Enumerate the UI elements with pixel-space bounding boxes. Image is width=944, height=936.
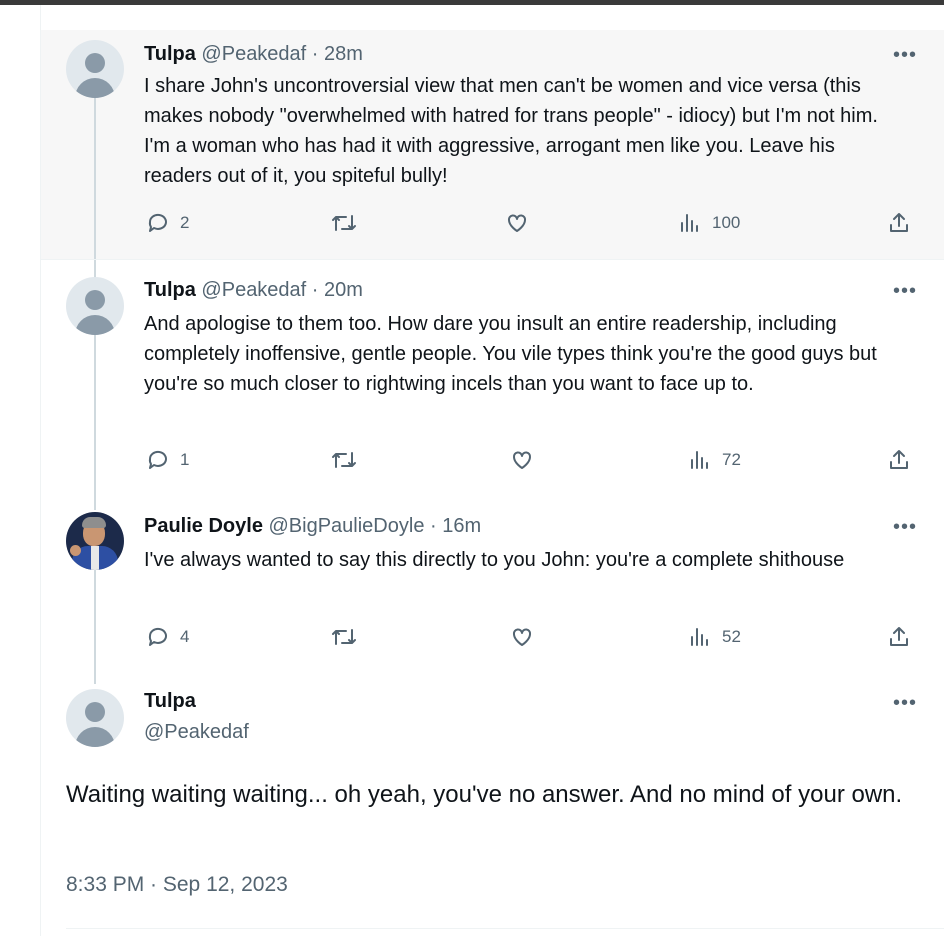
reply-icon	[148, 627, 167, 646]
heart-icon	[508, 214, 526, 232]
views-button[interactable]: 52	[688, 625, 741, 649]
action-bar: 4 52	[0, 625, 944, 655]
tweet-text: I share John's uncontroversial view that…	[144, 75, 878, 187]
tweet-text: I've always wanted to say this directly …	[144, 549, 845, 571]
handle[interactable]: @BigPaulieDoyle	[269, 515, 425, 537]
handle[interactable]: @Peakedaf	[201, 279, 306, 301]
share-button[interactable]	[887, 448, 911, 472]
tweet-header: Tulpa @Peakedaf · 20m	[144, 279, 363, 301]
like-button[interactable]	[510, 625, 534, 649]
views-icon	[691, 628, 708, 646]
views-icon	[691, 451, 708, 469]
views-icon	[681, 214, 698, 232]
divider	[66, 928, 944, 929]
views-button[interactable]: 72	[688, 448, 741, 472]
retweet-icon	[332, 629, 356, 645]
action-bar: 2 100	[0, 211, 944, 241]
share-button[interactable]	[887, 211, 911, 235]
tweet-header: Paulie Doyle @BigPaulieDoyle · 16m	[144, 515, 482, 537]
views-count: 72	[722, 450, 741, 469]
handle[interactable]: @Peakedaf	[201, 43, 306, 65]
retweet-button[interactable]	[330, 625, 358, 649]
tweet-timestamp[interactable]: 8:33 PM · Sep 12, 2023	[66, 873, 288, 897]
retweet-button[interactable]	[330, 211, 358, 235]
retweet-icon	[332, 452, 356, 468]
action-bar: 1 72	[0, 448, 944, 478]
retweet-button[interactable]	[330, 448, 358, 472]
views-count: 100	[712, 213, 741, 232]
avatar[interactable]	[66, 512, 124, 570]
reply-button[interactable]: 4	[146, 625, 189, 649]
reply-count: 1	[180, 450, 190, 469]
divider	[41, 259, 944, 260]
timestamp[interactable]: 16m	[442, 515, 481, 537]
more-icon[interactable]: •••	[893, 693, 917, 713]
like-button[interactable]	[510, 448, 534, 472]
reply-button[interactable]: 1	[146, 448, 189, 472]
default-avatar-icon	[85, 290, 105, 310]
avatar[interactable]	[66, 689, 124, 747]
reply-button[interactable]: 2	[146, 211, 189, 235]
reply-icon	[148, 213, 167, 232]
main-tweet-text: Waiting waiting waiting... oh yeah, you'…	[66, 781, 903, 808]
display-name[interactable]: Tulpa	[144, 690, 196, 713]
tweet-header: Tulpa @Peakedaf · 28m	[144, 43, 363, 65]
thread-line	[94, 334, 96, 510]
views-count: 52	[722, 627, 741, 646]
share-icon	[890, 627, 908, 646]
views-button[interactable]: 100	[678, 211, 740, 235]
tweet-text: And apologise to them too. How dare you …	[144, 313, 877, 395]
more-icon[interactable]: •••	[893, 281, 917, 301]
display-name[interactable]: Tulpa	[144, 279, 196, 301]
retweet-icon	[332, 215, 356, 231]
heart-icon	[513, 451, 531, 469]
display-name[interactable]: Paulie Doyle	[144, 515, 263, 537]
share-icon	[890, 213, 908, 232]
thread-line	[94, 90, 96, 280]
avatar[interactable]	[66, 40, 124, 98]
share-button[interactable]	[887, 625, 911, 649]
share-icon	[890, 450, 908, 469]
reply-count: 2	[180, 213, 190, 232]
more-icon[interactable]: •••	[893, 517, 917, 537]
reply-icon	[148, 450, 167, 469]
timestamp[interactable]: 20m	[324, 279, 363, 301]
display-name[interactable]: Tulpa	[144, 43, 196, 65]
timestamp[interactable]: 28m	[324, 43, 363, 65]
heart-icon	[513, 628, 531, 646]
more-icon[interactable]: •••	[893, 45, 917, 65]
reply-count: 4	[180, 627, 190, 646]
handle[interactable]: @Peakedaf	[144, 721, 249, 744]
default-avatar-icon	[85, 53, 105, 73]
avatar[interactable]	[66, 277, 124, 335]
default-avatar-icon	[85, 702, 105, 722]
like-button[interactable]	[505, 211, 529, 235]
